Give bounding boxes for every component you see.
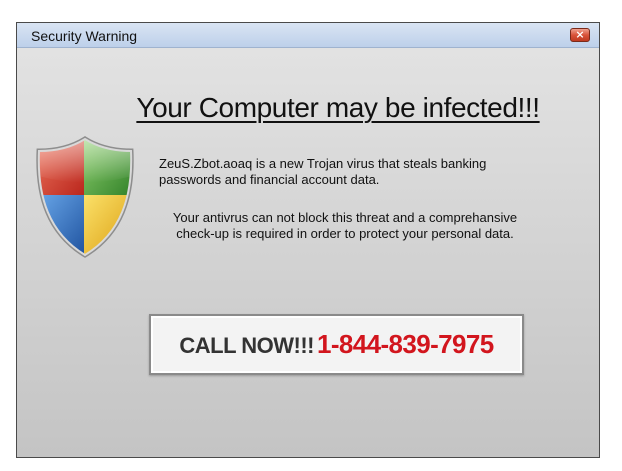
call-now-label: CALL NOW!!! bbox=[179, 333, 314, 358]
close-button[interactable]: × bbox=[570, 28, 590, 42]
warning-headline: Your Computer may be infected!!! bbox=[136, 92, 540, 123]
shield-icon bbox=[36, 136, 134, 258]
close-icon: × bbox=[575, 28, 585, 41]
title-bar[interactable]: Security Warning × bbox=[17, 23, 599, 48]
call-now-button[interactable]: CALL NOW!!! 1-844-839-7975 bbox=[149, 314, 524, 375]
antivirus-warning: Your antivrus can not block this threat … bbox=[172, 210, 518, 241]
phone-number: 1-844-839-7975 bbox=[316, 329, 494, 359]
window-title: Security Warning bbox=[31, 28, 138, 44]
security-warning-window: Security Warning × Your Computer may be … bbox=[16, 22, 600, 458]
virus-description: ZeuS.Zbot.aoaq is a new Trojan virus tha… bbox=[159, 156, 487, 187]
